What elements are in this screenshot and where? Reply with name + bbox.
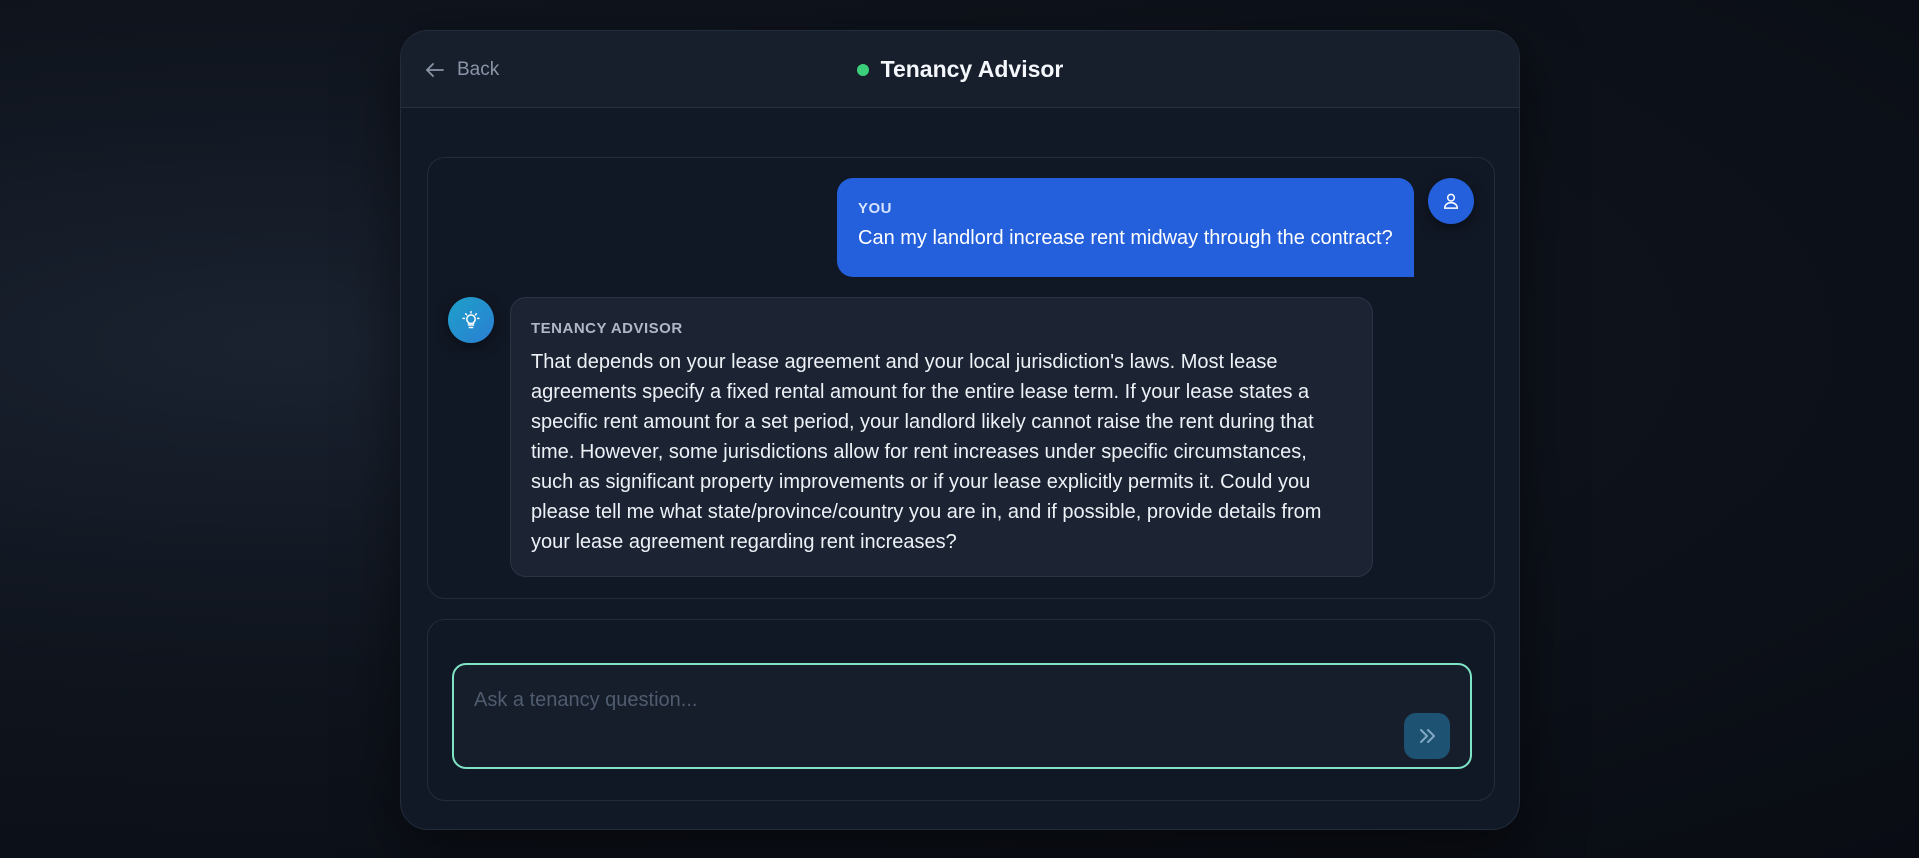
question-input-box	[452, 663, 1472, 769]
send-button[interactable]	[1404, 713, 1450, 759]
assistant-message: TENANCY ADVISOR That depends on your lea…	[448, 297, 1373, 577]
chat-window: Back Tenancy Advisor YOU Can my landlord…	[400, 30, 1520, 830]
user-avatar	[1428, 178, 1474, 224]
user-bubble: YOU Can my landlord increase rent midway…	[837, 178, 1414, 277]
message-text: That depends on your lease agreement and…	[531, 351, 1322, 553]
user-icon	[1443, 193, 1459, 209]
page-title: Tenancy Advisor	[880, 56, 1064, 82]
user-message: YOU Can my landlord increase rent midway…	[837, 178, 1474, 277]
message-text: Can my landlord increase rent midway thr…	[858, 227, 1393, 249]
sender-label: TENANCY ADVISOR	[531, 320, 683, 337]
message-list: YOU Can my landlord increase rent midway…	[427, 157, 1495, 599]
lightbulb-icon	[462, 310, 480, 329]
composer	[427, 619, 1495, 801]
assistant-bubble: TENANCY ADVISOR That depends on your lea…	[510, 297, 1373, 577]
header: Back Tenancy Advisor	[401, 31, 1519, 108]
chevrons-right-icon	[1420, 729, 1435, 743]
title-group: Tenancy Advisor	[401, 31, 1519, 108]
online-status-dot	[856, 63, 869, 76]
sender-label: YOU	[858, 200, 893, 217]
assistant-avatar	[448, 297, 494, 343]
question-input[interactable]	[474, 689, 1354, 729]
